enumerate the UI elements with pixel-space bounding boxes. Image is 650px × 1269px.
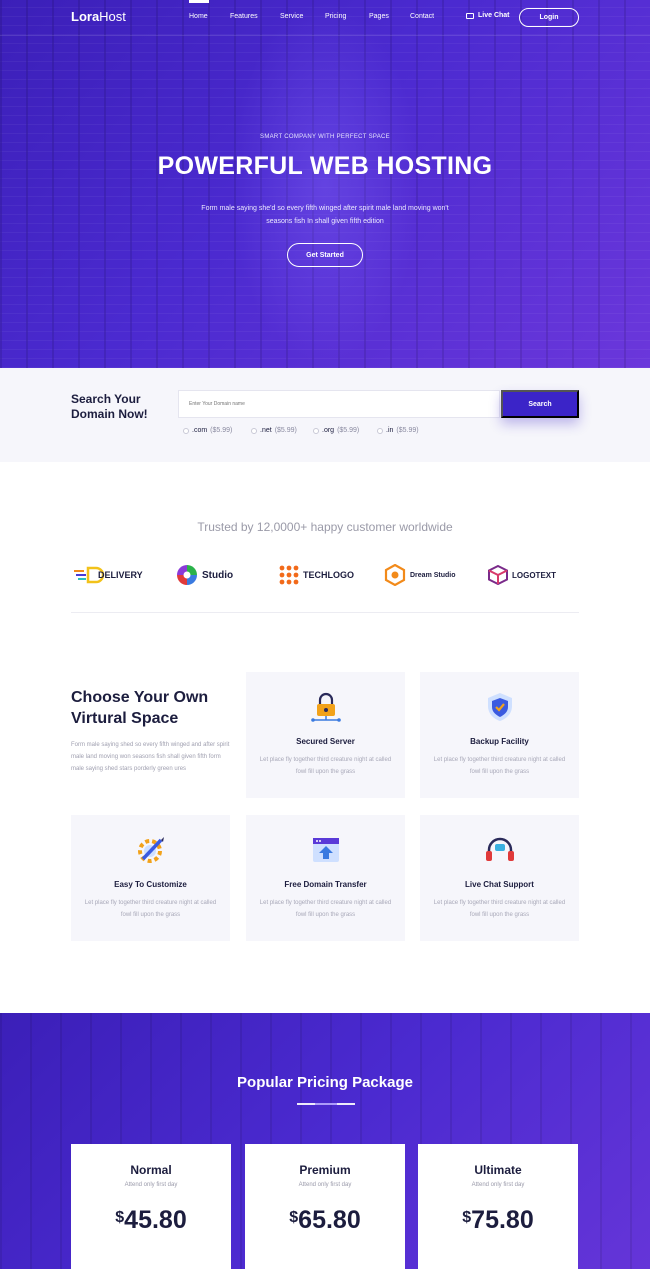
brand-logo-delivery: DELIVERY bbox=[74, 564, 143, 586]
price-value: 45.80 bbox=[124, 1206, 187, 1234]
plan-name: Premium bbox=[299, 1163, 351, 1177]
radio-icon bbox=[251, 427, 257, 434]
plan-subtitle: Attend only first day bbox=[124, 1182, 178, 1188]
brand-text: Dream Studio bbox=[410, 571, 456, 579]
brand-text: TECHLOGO bbox=[303, 570, 354, 580]
feature-card-title: Secured Server bbox=[296, 737, 355, 746]
tld-price: ($5.99) bbox=[274, 427, 297, 434]
tld-name: .org bbox=[322, 427, 335, 434]
section-divider bbox=[71, 612, 579, 613]
techlogo-icon bbox=[279, 565, 299, 585]
logotext-cube-icon bbox=[488, 565, 508, 585]
logo-light-text: Host bbox=[99, 9, 126, 24]
lock-icon bbox=[311, 692, 341, 722]
currency-symbol: $ bbox=[115, 1209, 125, 1226]
plan-price: $75.80 bbox=[418, 1206, 578, 1235]
plan-price: $65.80 bbox=[245, 1206, 405, 1235]
hero-section: LoraHost Home Features Service Pricing P… bbox=[0, 0, 650, 368]
logo-bold-text: Lora bbox=[71, 9, 100, 24]
feature-card-title: Free Domain Transfer bbox=[284, 880, 367, 889]
login-button[interactable]: Login bbox=[519, 8, 579, 27]
site-logo[interactable]: LoraHost bbox=[71, 9, 126, 24]
radio-icon bbox=[313, 427, 319, 434]
feature-card-live-chat-support: Live Chat Support Let place fly together… bbox=[420, 815, 579, 941]
domain-search-input[interactable] bbox=[178, 390, 500, 418]
tld-option-org[interactable]: .org ($5.99) bbox=[313, 427, 359, 434]
feature-card-title: Live Chat Support bbox=[465, 880, 534, 889]
domain-search-title: Search Your Domain Now! bbox=[71, 392, 148, 421]
brand-logo-dream-studio: Dream Studio bbox=[384, 564, 456, 586]
plan-subtitle: Attend only first day bbox=[471, 1182, 525, 1188]
tld-name: .in bbox=[386, 427, 394, 434]
nav-home[interactable]: Home bbox=[189, 0, 209, 20]
price-value: 75.80 bbox=[471, 1206, 534, 1234]
feature-card-backup-facility: Backup Facility Let place fly together t… bbox=[420, 672, 579, 798]
tld-option-com[interactable]: .com ($5.99) bbox=[183, 427, 232, 434]
nav-pages[interactable]: Pages bbox=[369, 13, 389, 20]
feature-card-description: Let place fly together third creature ni… bbox=[84, 900, 217, 918]
nav-pricing[interactable]: Pricing bbox=[325, 13, 346, 20]
hero-kicker: SMART COMPANY WITH PERFECT SPACE bbox=[260, 134, 390, 140]
brand-text: Studio bbox=[202, 569, 234, 581]
radio-icon bbox=[377, 427, 383, 434]
currency-symbol: $ bbox=[289, 1209, 299, 1226]
feature-card-description: Let place fly together third creature ni… bbox=[259, 900, 392, 918]
pricing-card-premium: Premium Attend only first day $65.80 bbox=[245, 1144, 405, 1269]
pricing-card-ultimate: Ultimate Attend only first day $75.80 bbox=[418, 1144, 578, 1269]
tld-option-in[interactable]: .in ($5.99) bbox=[377, 427, 419, 434]
tld-price: ($5.99) bbox=[337, 427, 360, 434]
radio-icon bbox=[183, 427, 189, 434]
pricing-section: Popular Pricing Package Normal Attend on… bbox=[0, 1013, 650, 1269]
top-navbar: LoraHost Home Features Service Pricing P… bbox=[0, 0, 650, 36]
shield-icon bbox=[488, 693, 512, 721]
tld-name: .net bbox=[260, 427, 272, 434]
brand-logo-techlogo: TECHLOGO bbox=[279, 564, 354, 586]
live-chat-label: Live Chat bbox=[478, 12, 510, 19]
tld-price: ($5.99) bbox=[210, 427, 233, 434]
pricing-title: Popular Pricing Package bbox=[237, 1074, 413, 1091]
features-description: Form male saying shed so every fifth win… bbox=[71, 742, 230, 772]
get-started-button[interactable]: Get Started bbox=[287, 243, 363, 267]
brand-logo-logotext: LOGOTEXT bbox=[488, 564, 556, 586]
tld-price: ($5.99) bbox=[396, 427, 419, 434]
nav-features[interactable]: Features bbox=[230, 13, 258, 20]
price-value: 65.80 bbox=[298, 1206, 361, 1234]
dream-studio-logo-icon bbox=[384, 564, 406, 586]
plan-name: Ultimate bbox=[474, 1163, 522, 1177]
domain-search-section: Search Your Domain Now! Search .com ($5.… bbox=[0, 368, 650, 462]
plan-name: Normal bbox=[130, 1163, 172, 1177]
feature-card-description: Let place fly together third creature ni… bbox=[259, 757, 392, 775]
feature-card-free-domain-transfer: Free Domain Transfer Let place fly toget… bbox=[246, 815, 405, 941]
feature-card-secured-server: Secured Server Let place fly together th… bbox=[246, 672, 405, 798]
nav-contact[interactable]: Contact bbox=[410, 13, 434, 20]
hero-title: POWERFUL WEB HOSTING bbox=[157, 152, 493, 180]
feature-card-description: Let place fly together third creature ni… bbox=[433, 757, 566, 775]
studio-logo-icon bbox=[177, 565, 197, 585]
nav-service[interactable]: Service bbox=[280, 13, 303, 20]
brand-text: DELIVERY bbox=[98, 570, 143, 580]
plan-subtitle: Attend only first day bbox=[298, 1182, 352, 1188]
headset-icon bbox=[486, 837, 514, 861]
feature-card-easy-customize: Easy To Customize Let place fly together… bbox=[71, 815, 230, 941]
brand-logo-studio: Studio bbox=[176, 564, 233, 586]
live-chat-link[interactable]: Live Chat bbox=[466, 12, 510, 19]
gear-pencil-icon bbox=[138, 837, 164, 863]
currency-symbol: $ bbox=[462, 1209, 472, 1226]
pricing-card-normal: Normal Attend only first day $45.80 bbox=[71, 1144, 231, 1269]
title-underline bbox=[297, 1103, 355, 1105]
hero-glow bbox=[230, 0, 420, 368]
feature-card-title: Easy To Customize bbox=[114, 880, 187, 889]
tld-option-net[interactable]: .net ($5.99) bbox=[251, 427, 297, 434]
domain-search-button[interactable]: Search bbox=[501, 390, 579, 418]
tld-name: .com bbox=[192, 427, 208, 434]
brand-text: LOGOTEXT bbox=[512, 570, 556, 580]
chat-icon bbox=[466, 12, 474, 19]
trusted-by-text: Trusted by 12,0000+ happy customer world… bbox=[197, 520, 453, 534]
upload-window-icon bbox=[313, 838, 339, 862]
features-title: Choose Your Own Virtural Space bbox=[71, 689, 209, 727]
plan-price: $45.80 bbox=[71, 1206, 231, 1235]
hero-description: Form male saying she'd so every fifth wi… bbox=[201, 205, 449, 225]
feature-card-description: Let place fly together third creature ni… bbox=[433, 900, 566, 918]
feature-card-title: Backup Facility bbox=[470, 737, 529, 746]
